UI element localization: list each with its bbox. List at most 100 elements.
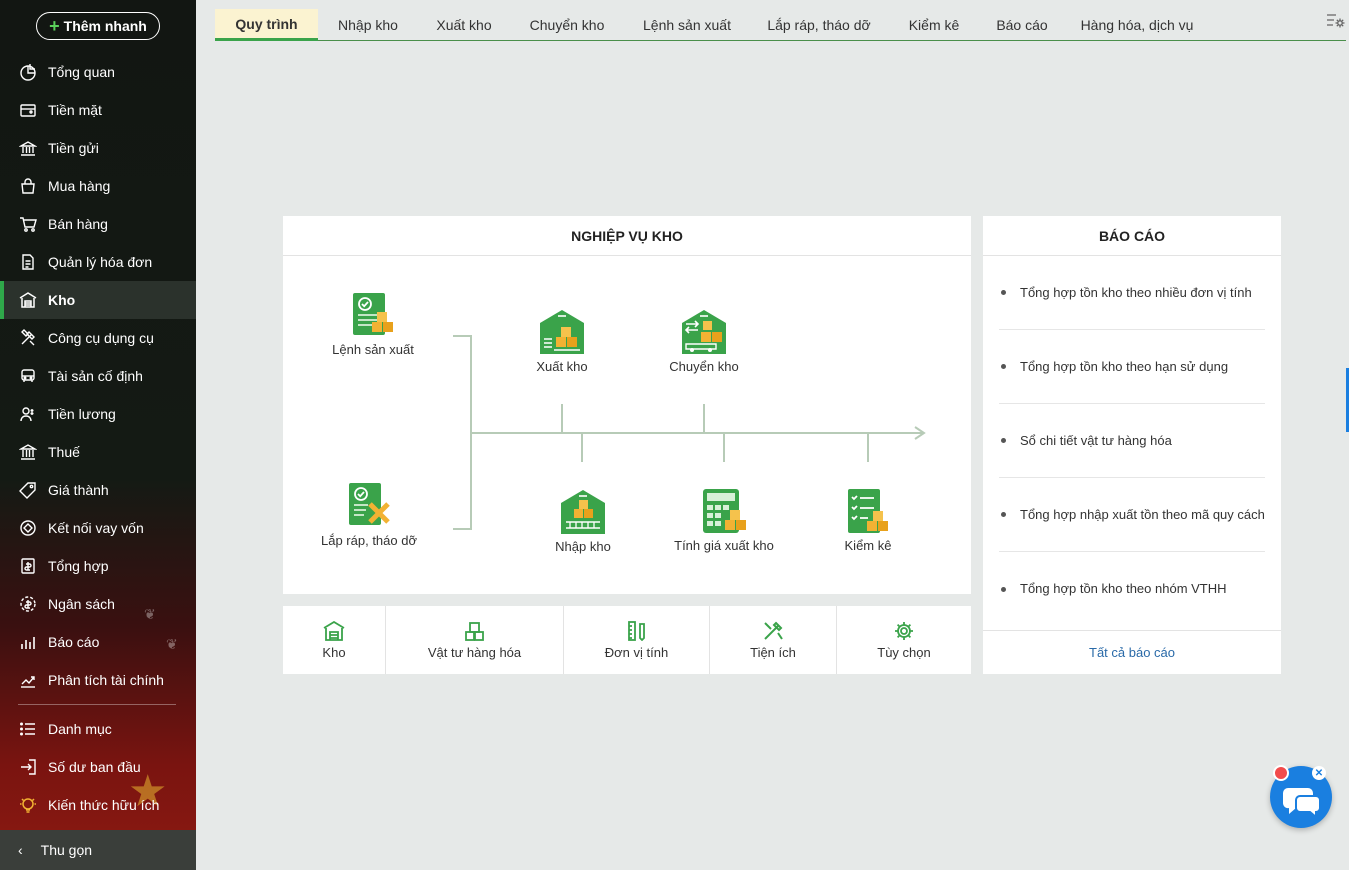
shopping-bag-icon	[18, 176, 38, 196]
sidebar-item-ket-noi-vay-von[interactable]: Kết nối vay vốn	[0, 509, 196, 547]
tab-xuat-kho[interactable]: Xuất kho	[421, 9, 507, 40]
bullet-icon	[1001, 364, 1006, 369]
shortcut-label: Kho	[322, 644, 346, 660]
tab-bao-cao[interactable]: Báo cáo	[990, 9, 1054, 40]
flow-kiem-ke[interactable]: Kiểm kê	[818, 488, 918, 553]
sidebar-item-label: Kho	[48, 292, 76, 308]
assembly-icon	[349, 483, 390, 525]
tab-lap-rap-thao-do[interactable]: Lắp ráp, tháo dỡ	[761, 9, 877, 40]
flow-label: Lắp ráp, tháo dỡ	[321, 533, 417, 548]
price-tag-icon	[18, 480, 38, 500]
shortcut-vat-tu-hang-hoa[interactable]: Vật tư hàng hóa	[386, 606, 564, 674]
shortcut-label: Đơn vị tính	[604, 644, 669, 660]
sidebar-item-so-du-ban-dau[interactable]: Số dư ban đầu	[0, 748, 196, 786]
report-item[interactable]: Sổ chi tiết vật tư hàng hóa	[999, 404, 1265, 478]
tab-chuyen-kho[interactable]: Chuyển kho	[521, 9, 613, 40]
settings-icon[interactable]	[1325, 11, 1345, 31]
sidebar-item-tien-mat[interactable]: Tiền mặt	[0, 91, 196, 129]
sidebar-item-tien-luong[interactable]: Tiền lương	[0, 395, 196, 433]
sidebar-item-kien-thuc-huu-ich[interactable]: Kiến thức hữu ích	[0, 786, 196, 824]
sidebar-item-thue[interactable]: Thuế	[0, 433, 196, 471]
shortcut-tuy-chon[interactable]: Tùy chọn	[837, 606, 971, 674]
shortcut-label: Vật tư hàng hóa	[427, 644, 522, 660]
sidebar: ❦ ❦ ★ + Thêm nhanh Tổng quan Tiền mặt Ti…	[0, 0, 196, 870]
sidebar-item-label: Tổng quan	[48, 64, 115, 80]
tab-hang-hoa-dich-vu[interactable]: Hàng hóa, dịch vụ	[1077, 9, 1197, 40]
sidebar-item-danh-muc[interactable]: Danh mục	[0, 710, 196, 748]
report-panel-title: BÁO CÁO	[983, 216, 1281, 256]
sidebar-item-ban-hang[interactable]: Bán hàng	[0, 205, 196, 243]
chevron-left-icon: ‹	[18, 842, 23, 858]
notification-badge	[1273, 765, 1289, 781]
report-panel: BÁO CÁO Tổng hợp tồn kho theo nhiều đơn …	[983, 216, 1281, 674]
flow-lap-rap-thao-do[interactable]: Lắp ráp, tháo dỡ	[321, 482, 417, 550]
sidebar-item-label: Danh mục	[48, 721, 112, 737]
flow-nhap-kho[interactable]: Nhập kho	[533, 489, 633, 554]
sidebar-item-quan-ly-hoa-don[interactable]: Quản lý hóa đơn	[0, 243, 196, 281]
shortcut-tien-ich[interactable]: Tiện ích	[710, 606, 837, 674]
sidebar-item-tai-san-co-dinh[interactable]: Tài sản cố định	[0, 357, 196, 395]
report-item-label: Sổ chi tiết vật tư hàng hóa	[1020, 432, 1172, 448]
sidebar-item-cong-cu-dung-cu[interactable]: Công cụ dụng cụ	[0, 319, 196, 357]
sidebar-item-bao-cao[interactable]: Báo cáo	[0, 623, 196, 661]
flow-lenh-san-xuat[interactable]: Lệnh sản xuất	[323, 292, 423, 357]
analysis-icon	[18, 670, 38, 690]
flow-tinh-gia-xuat-kho[interactable]: Tính giá xuất kho	[664, 488, 784, 553]
sidebar-item-kho[interactable]: Kho	[0, 281, 196, 319]
shortcut-label: Tiện ích	[750, 644, 796, 660]
sidebar-item-label: Tài sản cố định	[48, 368, 143, 384]
sidebar-item-label: Kết nối vay vốn	[48, 520, 144, 536]
process-panel: NGHIỆP VỤ KHO Lệnh sản xuất Lắp ráp, thá…	[283, 216, 971, 594]
budget-icon	[18, 594, 38, 614]
warehouse-transfer-icon	[682, 310, 726, 354]
report-item[interactable]: Tổng hợp tồn kho theo hạn sử dụng	[999, 330, 1265, 404]
tab-kiem-ke[interactable]: Kiểm kê	[901, 9, 967, 40]
sidebar-item-tong-hop[interactable]: Tổng hợp	[0, 547, 196, 585]
chart-pie-icon	[18, 62, 38, 82]
close-icon[interactable]: ✕	[1312, 766, 1326, 780]
salary-icon	[18, 404, 38, 424]
sidebar-item-label: Kiến thức hữu ích	[48, 797, 160, 813]
sidebar-item-tien-gui[interactable]: Tiền gửi	[0, 129, 196, 167]
tab-quy-trinh[interactable]: Quy trình	[215, 9, 318, 41]
inventory-check-icon	[848, 489, 888, 533]
sidebar-item-phan-tich-tai-chinh[interactable]: Phân tích tài chính	[0, 661, 196, 699]
bullet-icon	[1001, 586, 1006, 592]
sidebar-item-label: Tổng hợp	[48, 558, 109, 574]
flow-xuat-kho[interactable]: Xuất kho	[512, 309, 612, 374]
shortcut-kho[interactable]: Kho	[283, 606, 386, 674]
shortcut-don-vi-tinh[interactable]: Đơn vị tính	[564, 606, 710, 674]
all-reports-link[interactable]: Tất cả báo cáo	[983, 630, 1281, 674]
tab-nhap-kho[interactable]: Nhập kho	[323, 9, 413, 40]
flow-chuyen-kho[interactable]: Chuyển kho	[654, 309, 754, 374]
sidebar-divider	[18, 704, 176, 705]
warehouse-import-icon	[561, 490, 605, 534]
collapse-sidebar-button[interactable]: ‹ Thu gọn	[0, 830, 196, 870]
report-item[interactable]: Tổng hợp tồn kho theo nhóm VTHH	[999, 552, 1265, 626]
warehouse-icon	[18, 290, 38, 310]
sidebar-item-label: Mua hàng	[48, 178, 111, 194]
sidebar-item-label: Giá thành	[48, 482, 109, 498]
sidebar-item-ngan-sach[interactable]: Ngân sách	[0, 585, 196, 623]
warehouse-icon	[323, 620, 345, 641]
report-item[interactable]: Tổng hợp tồn kho theo nhiều đơn vị tính	[999, 256, 1265, 330]
sidebar-item-label: Thuế	[48, 444, 80, 460]
sidebar-item-label: Quản lý hóa đơn	[48, 254, 153, 270]
report-item-label: Tổng hợp tồn kho theo nhiều đơn vị tính	[1020, 284, 1252, 300]
quick-add-button[interactable]: + Thêm nhanh	[36, 12, 160, 40]
bullet-icon	[1001, 290, 1006, 295]
sidebar-item-label: Tiền lương	[48, 406, 116, 422]
list-icon	[18, 719, 38, 739]
report-item[interactable]: Tổng hợp nhập xuất tồn theo mã quy cách	[999, 478, 1265, 552]
sidebar-item-mua-hang[interactable]: Mua hàng	[0, 167, 196, 205]
sidebar-item-label: Bán hàng	[48, 216, 108, 232]
production-order-icon	[353, 293, 393, 335]
sidebar-item-tong-quan[interactable]: Tổng quan	[0, 53, 196, 91]
sidebar-item-gia-thanh[interactable]: Giá thành	[0, 471, 196, 509]
flow-label: Chuyển kho	[669, 359, 739, 374]
bullet-icon	[1001, 438, 1006, 443]
sidebar-item-label: Phân tích tài chính	[48, 672, 164, 688]
sidebar-item-label: Số dư ban đầu	[48, 759, 141, 775]
tax-icon	[18, 442, 38, 462]
tab-lenh-san-xuat[interactable]: Lệnh sản xuất	[635, 9, 739, 40]
